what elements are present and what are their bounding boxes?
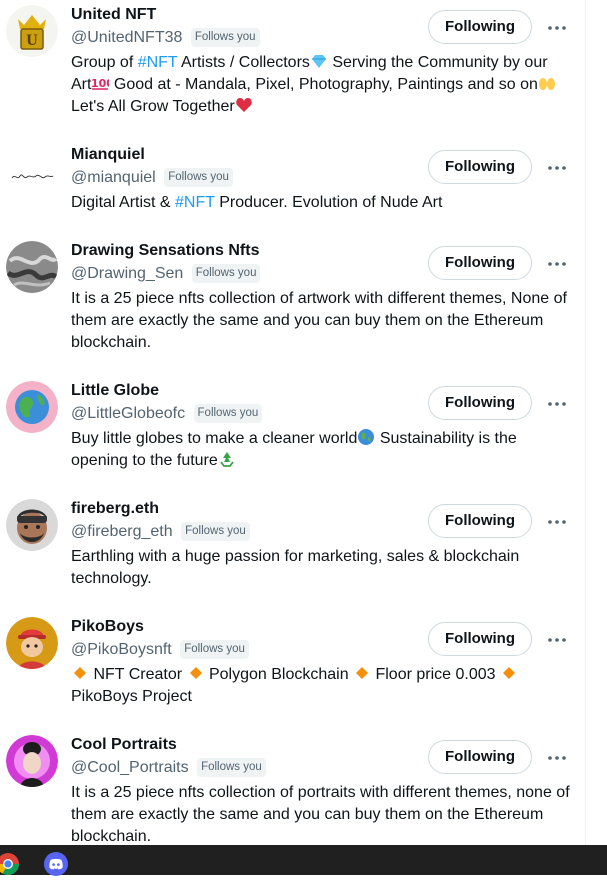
more-dots-icon[interactable] [545,392,569,416]
crown-logo-icon: U [6,5,58,57]
hashtag-link[interactable]: #NFT [175,194,215,211]
follows-you-badge: Follows you [190,28,260,47]
orange-diamond-icon [71,664,89,682]
follows-you-badge: Follows you [164,168,233,187]
user-bio: Buy little globes to make a cleaner worl… [71,428,517,469]
windows-taskbar [0,845,607,876]
user-bio: Group of #NFT Artists / Collectors Servi… [71,52,571,118]
red-heart-emoji-icon [235,96,253,114]
following-button[interactable]: Following [428,246,532,280]
display-name[interactable]: PikoBoys [71,617,144,637]
recycle-emoji-icon [218,450,236,468]
orange-diamond-icon [500,664,518,682]
avatar-drawing-sensations[interactable] [6,241,58,293]
globe-emoji-icon [357,428,375,446]
signature-logo-icon [6,145,58,197]
avatar-illustration-icon [6,499,58,551]
following-button[interactable]: Following [428,622,532,656]
diamond-emoji-icon [310,52,328,70]
more-dots-icon[interactable] [545,16,569,40]
user-row-fireberg[interactable]: fireberg.eth @fireberg_eth Follows you E… [0,494,585,602]
follows-you-badge: Follows you [193,404,263,423]
user-bio: It is a 25 piece nfts collection of port… [71,784,570,845]
user-handle[interactable]: @PikoBoysnft [71,641,172,658]
display-name[interactable]: Little Globe [71,381,159,401]
user-bio: It is a 25 piece nfts collection of artw… [71,290,567,351]
user-bio: NFT Creator Polygon Blockchain Floor pri… [71,664,571,708]
display-name[interactable]: Cool Portraits [71,735,177,755]
avatar-united-nft[interactable]: U [6,5,58,57]
more-dots-icon[interactable] [545,252,569,276]
following-button[interactable]: Following [428,386,532,420]
following-list: U United NFT @UnitedNFT38 Follows you Gr… [0,0,585,845]
avatar-little-globe[interactable] [6,381,58,433]
following-button[interactable]: Following [428,150,532,184]
more-dots-icon[interactable] [545,628,569,652]
more-dots-icon[interactable] [545,156,569,180]
user-handle[interactable]: @Drawing_Sen [71,265,183,282]
more-dots-icon[interactable] [545,746,569,770]
following-button[interactable]: Following [428,740,532,774]
avatar-mianquiel[interactable] [6,145,58,197]
svg-text:100: 100 [91,77,109,90]
follows-you-badge: Follows you [191,264,261,283]
display-name[interactable]: fireberg.eth [71,499,159,519]
user-handle[interactable]: @Cool_Portraits [71,759,189,776]
cartoon-boy-icon [6,617,58,669]
svg-text:U: U [26,32,38,49]
chrome-icon[interactable] [0,852,20,876]
display-name[interactable]: Drawing Sensations Nfts [71,241,259,261]
more-dots-icon[interactable] [545,510,569,534]
hashtag-link[interactable]: #NFT [138,54,178,71]
user-row-united-nft[interactable]: U United NFT @UnitedNFT38 Follows you Gr… [0,0,585,135]
orange-diamond-icon [187,664,205,682]
user-handle[interactable]: @mianquiel [71,169,156,186]
display-name[interactable]: Mianquiel [71,145,145,165]
sketch-art-icon [6,241,58,293]
display-name[interactable]: United NFT [71,5,156,25]
orange-diamond-icon [353,664,371,682]
user-row-pikoboys[interactable]: PikoBoys @PikoBoysnft Follows you NFT Cr… [0,612,585,722]
follows-you-badge: Follows you [181,522,250,541]
user-bio: Earthling with a huge passion for market… [71,548,520,587]
following-button[interactable]: Following [428,10,532,44]
hundred-points-emoji-icon: 100 [91,74,114,92]
user-handle[interactable]: @UnitedNFT38 [71,29,182,46]
portrait-art-icon [6,735,58,787]
user-row-drawing-sensations[interactable]: Drawing Sensations Nfts @Drawing_Sen Fol… [0,236,585,366]
follows-you-badge: Follows you [197,758,266,777]
user-bio: Digital Artist & #NFT Producer. Evolutio… [71,194,443,211]
following-button[interactable]: Following [428,504,532,538]
discord-icon[interactable] [44,852,68,876]
user-row-little-globe[interactable]: Little Globe @LittleGlobeofc Follows you… [0,376,585,486]
avatar-pikoboys[interactable] [6,617,58,669]
column-divider [585,0,586,845]
follows-you-badge: Follows you [180,640,249,659]
user-row-mianquiel[interactable]: Mianquiel @mianquiel Follows you Digital… [0,140,585,228]
user-handle[interactable]: @LittleGlobeofc [71,405,185,422]
user-row-cool-portraits[interactable]: Cool Portraits @Cool_Portraits Follows y… [0,730,585,845]
avatar-cool-portraits[interactable] [6,735,58,787]
avatar-fireberg[interactable] [6,499,58,551]
raising-hands-emoji-icon [538,74,556,92]
user-handle[interactable]: @fireberg_eth [71,523,173,540]
globe-logo-icon [6,381,58,433]
